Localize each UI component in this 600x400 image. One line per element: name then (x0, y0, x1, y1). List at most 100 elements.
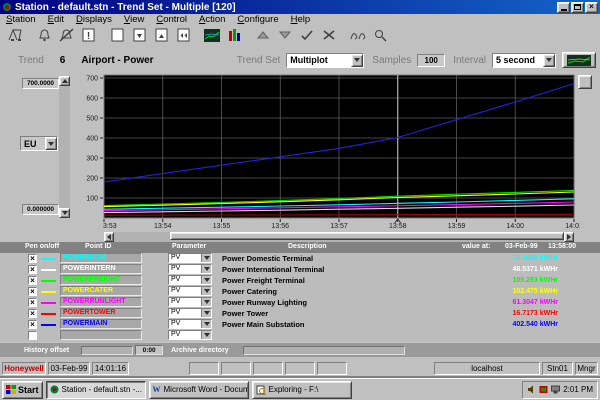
task-explorer[interactable]: Exploring - F:\ (252, 381, 352, 399)
maximize-button[interactable] (571, 2, 584, 13)
brand-label: Honeywell (2, 362, 46, 375)
chevron-down-icon[interactable] (201, 254, 211, 262)
eu-select[interactable]: EU (20, 136, 58, 151)
message-icon[interactable]: ! (77, 26, 99, 44)
menu-displays[interactable]: Displays (70, 14, 118, 25)
raise-icon[interactable] (252, 26, 274, 44)
point-id-field[interactable] (60, 330, 142, 340)
pen-checkbox[interactable]: × (28, 298, 37, 307)
menu-view[interactable]: View (118, 14, 150, 25)
station-tray-icon[interactable] (539, 385, 548, 394)
header-cursor-time: 13:58:00 (548, 243, 576, 250)
samples-input[interactable]: 100 (417, 54, 445, 67)
page-icon[interactable] (106, 26, 128, 44)
pen-value: 109.293 kWHr (448, 277, 558, 284)
chevron-down-icon[interactable] (201, 265, 211, 273)
menu-action[interactable]: Action (193, 14, 231, 25)
accept-icon[interactable] (296, 26, 318, 44)
page-back-icon[interactable] (172, 26, 194, 44)
lower-icon[interactable] (274, 26, 296, 44)
parameter-select[interactable]: PV (168, 330, 212, 340)
trend-plot[interactable]: 1002003004005006007003:5313:5413:5513:56… (75, 73, 580, 233)
header-parameter: Parameter (172, 243, 206, 250)
pen-checkbox[interactable]: × (28, 309, 37, 318)
point-id-field[interactable]: POWERTOWER (60, 308, 142, 318)
menu-help[interactable]: Help (285, 14, 317, 25)
pen-description: Power International Terminal (222, 265, 427, 274)
page-up-icon[interactable] (150, 26, 172, 44)
close-button[interactable]: × (585, 2, 598, 13)
menu-configure[interactable]: Configure (231, 14, 284, 25)
plot-right-scroll-thumb[interactable] (578, 75, 592, 89)
chevron-down-icon[interactable] (201, 298, 211, 306)
task-word[interactable]: W Microsoft Word - Document1 (149, 381, 249, 399)
range-min-input[interactable]: 0.000000 (22, 204, 59, 215)
task-station[interactable]: Station - default.stn -... (46, 381, 146, 399)
point-id-field[interactable]: POWERDOM (60, 253, 142, 263)
menu-edit[interactable]: Edit (42, 14, 70, 25)
pen-checkbox[interactable]: × (28, 287, 37, 296)
pen-checkbox[interactable]: × (28, 276, 37, 285)
chevron-down-icon[interactable] (201, 309, 211, 317)
menu-control[interactable]: Control (150, 14, 193, 25)
minimize-button[interactable] (557, 2, 570, 13)
parameter-select[interactable]: PV (168, 308, 212, 318)
start-button[interactable]: Start (2, 381, 43, 399)
chevron-down-icon[interactable] (543, 54, 555, 67)
trend-set-select[interactable]: Multiplot (286, 53, 364, 68)
trend-button-icon (567, 55, 591, 66)
alarm-disable-icon[interactable] (55, 26, 77, 44)
pen-checkbox[interactable]: × (28, 265, 37, 274)
parameter-select[interactable]: PV (168, 286, 212, 296)
scroll-right-button[interactable] (564, 232, 574, 242)
trend-set-display-button[interactable] (562, 52, 596, 68)
point-id-field[interactable]: POWERRUNLIGHT (60, 297, 142, 307)
menu-station[interactable]: Station (0, 14, 42, 25)
parameter-value: PV (169, 287, 201, 295)
time-scrollbar-track[interactable] (114, 232, 564, 242)
scale-scrollbar[interactable] (59, 76, 70, 218)
history-clock-field[interactable]: 0:00 (135, 345, 163, 355)
chevron-down-icon[interactable] (201, 331, 211, 339)
point-id-field[interactable]: POWERINTERN (60, 264, 142, 274)
range-max-input[interactable]: 700.0000 (22, 78, 59, 89)
pen-checkbox[interactable]: × (28, 254, 37, 263)
chevron-down-icon[interactable] (201, 287, 211, 295)
scroll-up-button[interactable] (59, 76, 70, 86)
chevron-down-icon[interactable] (201, 320, 211, 328)
point-id-field[interactable]: POWERMAIN (60, 319, 142, 329)
group-display-icon[interactable] (223, 26, 245, 44)
archive-directory-input[interactable] (243, 346, 405, 355)
station-icon[interactable] (4, 26, 26, 44)
trend-display-icon[interactable] (201, 26, 223, 44)
clear-icon[interactable] (318, 26, 340, 44)
pen-checkbox[interactable]: × (28, 320, 37, 329)
interval-select[interactable]: 5 second (492, 53, 556, 68)
parameter-select[interactable]: PV (168, 264, 212, 274)
chevron-down-icon[interactable] (351, 54, 363, 67)
chevron-down-icon[interactable] (45, 137, 57, 150)
page-down-icon[interactable] (128, 26, 150, 44)
word-icon: W (153, 385, 161, 394)
parameter-select[interactable]: PV (168, 253, 212, 263)
volume-icon[interactable] (527, 385, 536, 394)
parameter-select[interactable]: PV (168, 275, 212, 285)
point-id-field[interactable]: POWERCATER (60, 286, 142, 296)
chevron-down-icon[interactable] (201, 276, 211, 284)
zoom-icon[interactable] (369, 26, 391, 44)
parameter-select[interactable]: PV (168, 297, 212, 307)
taskbar-clock: 2:01 PM (563, 385, 593, 394)
time-scrollbar-thumb[interactable] (170, 232, 564, 240)
scroll-left-button[interactable] (104, 232, 114, 242)
pen-row: × POWERTOWER PV Power Tower 16.7173 kWHr (0, 308, 600, 319)
alarm-icon[interactable] (33, 26, 55, 44)
time-scrollbar[interactable] (104, 232, 574, 242)
keys-icon[interactable] (347, 26, 369, 44)
network-tray-icon[interactable] (551, 385, 560, 394)
history-offset-input[interactable] (81, 346, 133, 355)
scroll-down-button[interactable] (59, 208, 70, 218)
scale-scrollbar-track[interactable] (59, 86, 70, 208)
pen-checkbox[interactable] (28, 331, 37, 340)
point-id-field[interactable]: POWERFREIGHT (60, 275, 142, 285)
parameter-select[interactable]: PV (168, 319, 212, 329)
